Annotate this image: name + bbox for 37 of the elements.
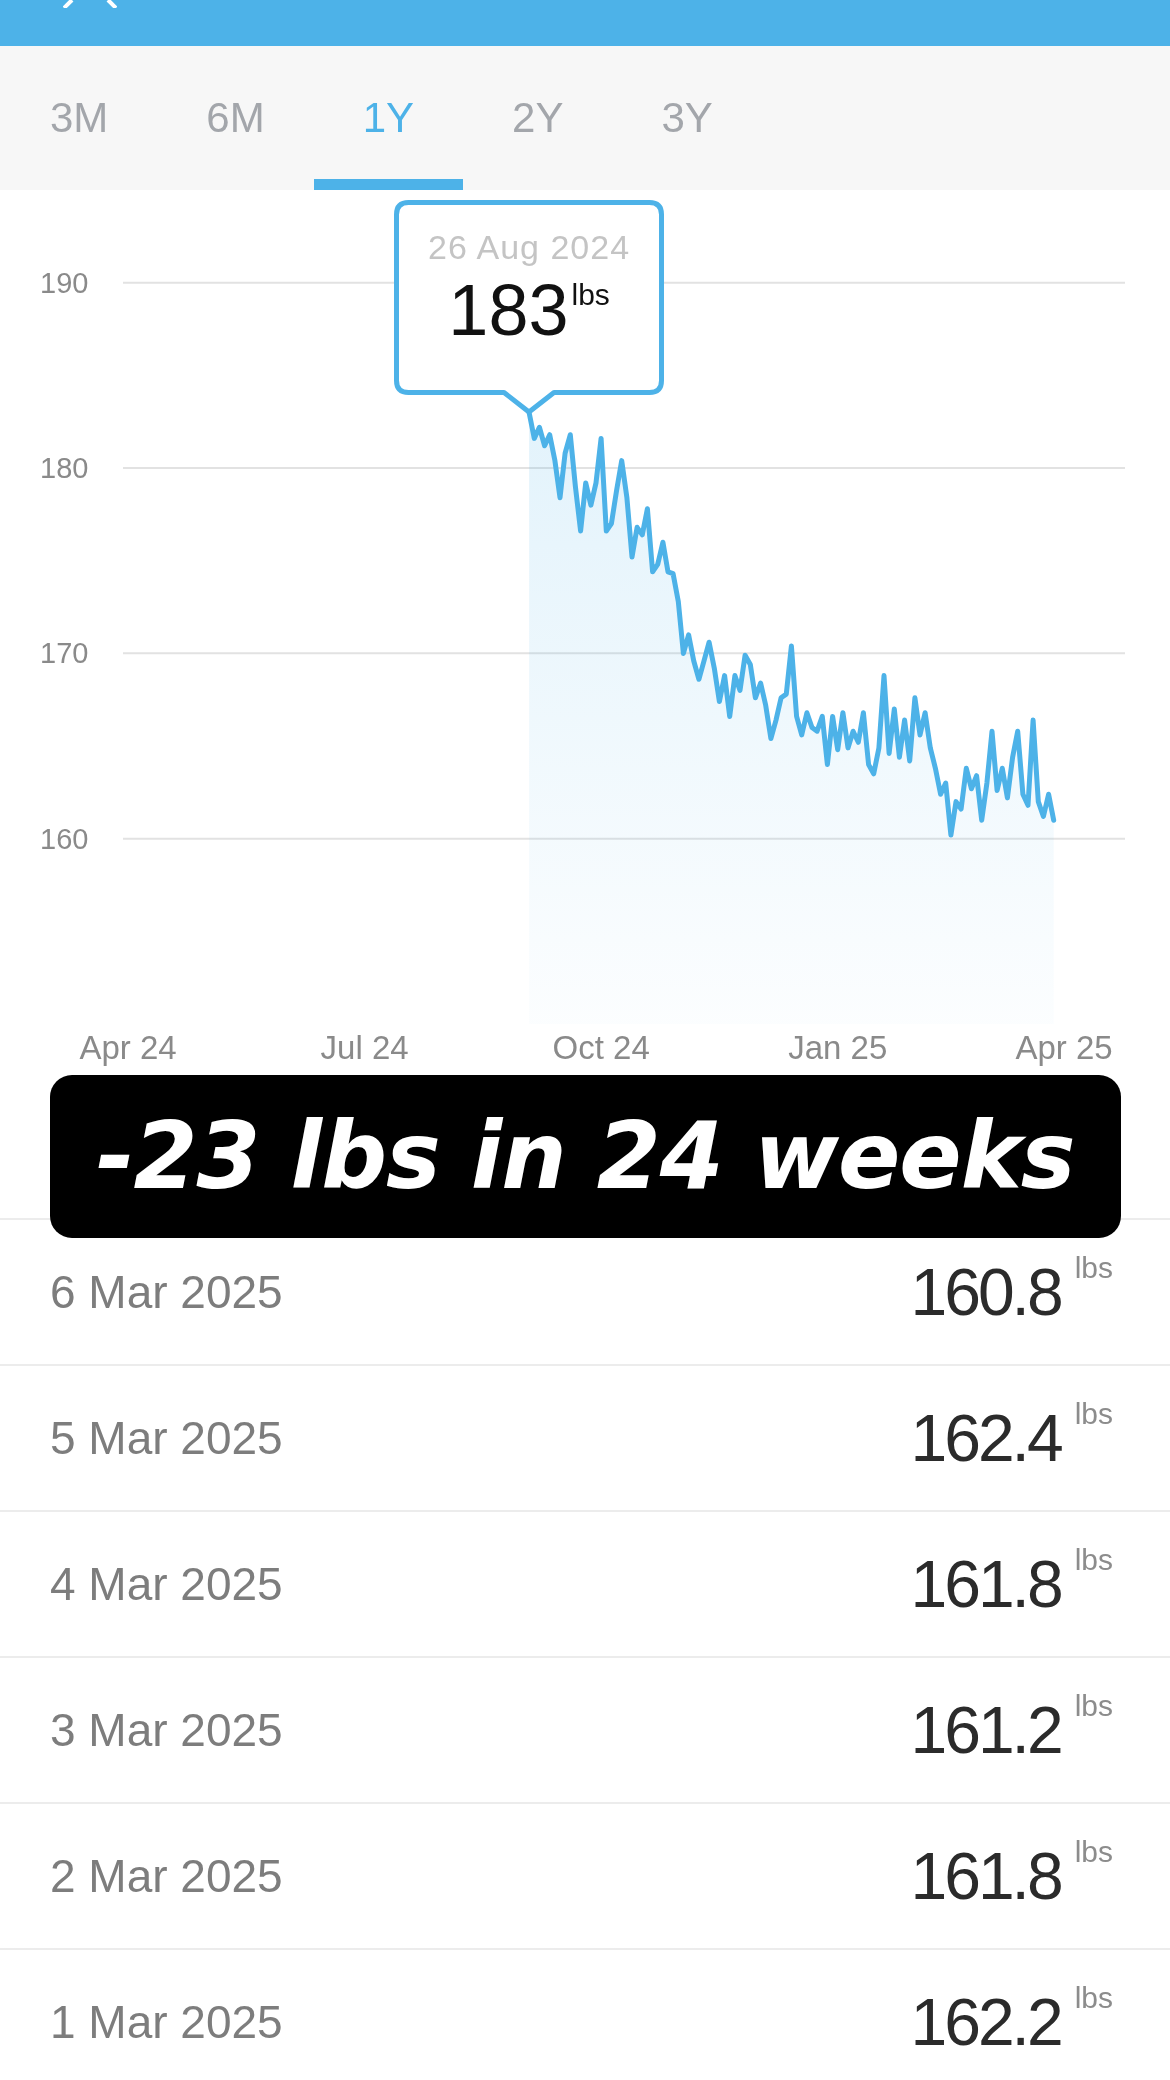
entry-date: 1 Mar 2025: [50, 1995, 283, 2049]
entry-unit: lbs: [1074, 1983, 1113, 2013]
x-axis-label: Jan 25: [788, 1029, 888, 1066]
y-axis-label: 160: [40, 822, 89, 855]
caption-banner: -23 lbs in 24 weeks: [50, 1075, 1121, 1238]
x-axis-label: Oct 24: [552, 1029, 650, 1066]
entry-value: 162.2: [910, 1989, 1061, 2055]
period-tab[interactable]: 3Y: [612, 46, 762, 190]
tooltip-value: 183: [448, 274, 569, 347]
entry-value: 160.8: [910, 1259, 1061, 1325]
x-axis-label: Apr 25: [1015, 1029, 1113, 1066]
y-axis-label: 190: [40, 266, 89, 299]
entry-unit: lbs: [1074, 1545, 1113, 1575]
entry-date: 3 Mar 2025: [50, 1703, 283, 1757]
entry-unit: lbs: [1074, 1253, 1113, 1283]
x-axis-label: Apr 24: [79, 1029, 177, 1066]
entry-value: 161.8: [910, 1843, 1061, 1909]
period-tab[interactable]: 6M: [157, 46, 314, 190]
entry-value: 161.8: [910, 1551, 1061, 1617]
entry-value: 162.4: [910, 1405, 1061, 1471]
period-tab[interactable]: 2Y: [463, 46, 613, 190]
period-tab[interactable]: 1Y: [313, 46, 464, 190]
tooltip-date: 26 Aug 2024: [428, 230, 631, 265]
tooltip-unit: lbs: [571, 280, 610, 311]
y-axis-label: 170: [40, 637, 89, 670]
close-icon[interactable]: [63, 0, 117, 8]
entry-date: 6 Mar 2025: [50, 1265, 283, 1319]
x-axis-label: Jul 24: [320, 1029, 409, 1066]
period-tab[interactable]: 3M: [1, 46, 158, 190]
entry-unit: lbs: [1074, 1837, 1113, 1867]
entry-date: 4 Mar 2025: [50, 1557, 283, 1611]
entry-value: 161.2: [910, 1697, 1061, 1763]
y-axis-label: 180: [40, 452, 89, 485]
entry-date: 5 Mar 2025: [50, 1411, 283, 1465]
entry-unit: lbs: [1074, 1399, 1113, 1429]
entry-unit: lbs: [1074, 1691, 1113, 1721]
entry-date: 2 Mar 2025: [50, 1849, 283, 1903]
